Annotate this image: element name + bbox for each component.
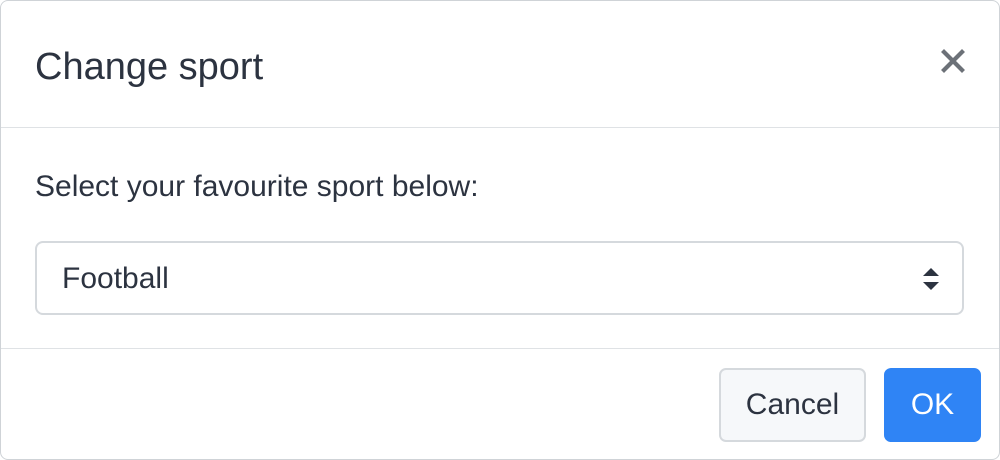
sport-select-label: Select your favourite sport below: bbox=[35, 170, 479, 203]
ok-button[interactable]: OK bbox=[884, 368, 981, 442]
sport-select-value: Football bbox=[62, 262, 169, 295]
dialog-footer: Cancel OK bbox=[1, 348, 999, 459]
select-updown-arrows-icon bbox=[923, 268, 939, 290]
change-sport-dialog: Change sport Select your favourite sport… bbox=[0, 0, 1000, 460]
dialog-header: Change sport bbox=[1, 1, 999, 128]
sport-select[interactable]: Football bbox=[35, 241, 964, 315]
close-icon bbox=[941, 49, 965, 73]
cancel-button[interactable]: Cancel bbox=[719, 368, 866, 442]
dialog-title: Change sport bbox=[35, 46, 264, 88]
dialog-body: Select your favourite sport below: Footb… bbox=[1, 128, 999, 348]
close-button[interactable] bbox=[931, 41, 975, 81]
